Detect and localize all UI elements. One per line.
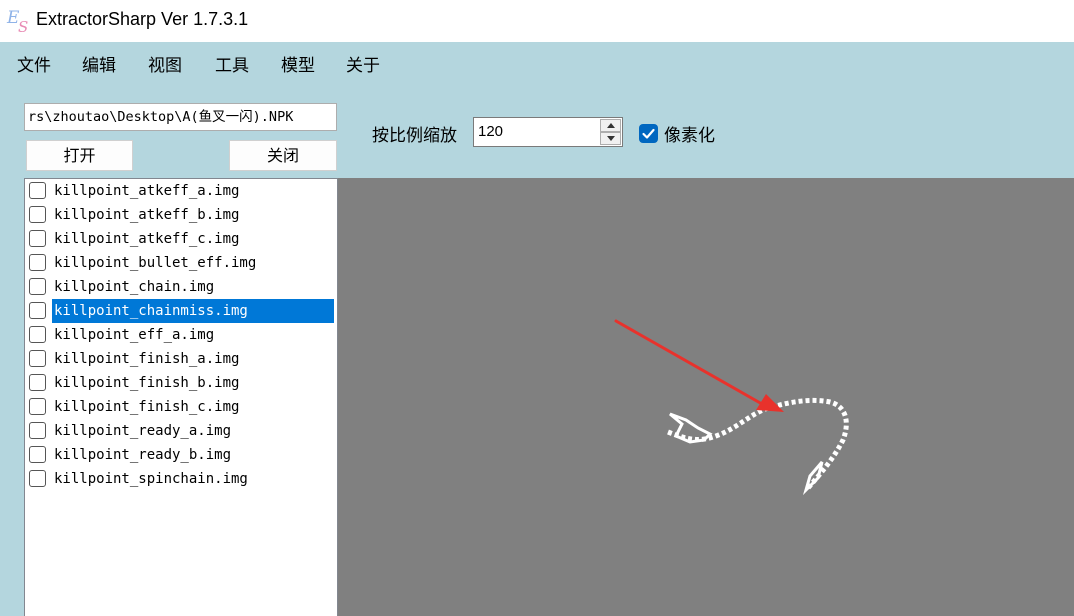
menu-file[interactable]: 文件 <box>17 51 51 76</box>
menu-tools[interactable]: 工具 <box>215 51 249 76</box>
item-checkbox[interactable] <box>29 446 46 463</box>
item-label: killpoint_finish_a.img <box>54 351 240 367</box>
item-checkbox[interactable] <box>29 398 46 415</box>
list-item[interactable]: killpoint_spinchain.img <box>27 467 337 491</box>
list-item[interactable]: killpoint_bullet_eff.img <box>27 251 337 275</box>
menu-model[interactable]: 模型 <box>281 51 315 76</box>
chain-sprite-image <box>667 397 849 496</box>
item-label: killpoint_bullet_eff.img <box>54 255 257 271</box>
pixelate-label: 像素化 <box>664 126 715 146</box>
es-logo-icon: E S <box>6 8 28 35</box>
list-item[interactable]: killpoint_ready_b.img <box>27 443 337 467</box>
window-title: ExtractorSharp Ver 1.7.3.1 <box>36 9 249 29</box>
item-checkbox[interactable] <box>29 278 46 295</box>
list-item[interactable]: killpoint_eff_a.img <box>27 323 337 347</box>
menu-about[interactable]: 关于 <box>346 51 380 76</box>
menu-bar: 文件 编辑 视图 工具 模型 关于 <box>0 42 1074 82</box>
menu-edit[interactable]: 编辑 <box>82 51 116 76</box>
item-checkbox[interactable] <box>29 302 46 319</box>
stepper-down-button[interactable] <box>600 132 621 145</box>
item-checkbox[interactable] <box>29 326 46 343</box>
chevron-down-icon <box>607 136 615 141</box>
svg-text:S: S <box>18 18 28 35</box>
npk-path-input[interactable]: rs\zhoutao\Desktop\A(鱼叉一闪).NPK <box>24 103 337 131</box>
item-checkbox[interactable] <box>29 230 46 247</box>
list-item[interactable]: killpoint_atkeff_c.img <box>27 227 337 251</box>
item-label: killpoint_chainmiss.img <box>52 299 334 323</box>
item-label: killpoint_finish_c.img <box>54 399 240 415</box>
item-label: killpoint_atkeff_c.img <box>54 231 240 247</box>
item-label: killpoint_atkeff_b.img <box>54 207 240 223</box>
stepper-up-button[interactable] <box>600 119 621 132</box>
zoom-label: 按比例缩放 <box>372 126 457 146</box>
list-item[interactable]: killpoint_atkeff_a.img <box>27 179 337 203</box>
list-item[interactable]: killpoint_atkeff_b.img <box>27 203 337 227</box>
close-button[interactable]: 关闭 <box>229 140 337 171</box>
open-button[interactable]: 打开 <box>26 140 133 171</box>
zoom-value[interactable]: 120 <box>478 118 503 146</box>
item-label: killpoint_eff_a.img <box>54 327 215 343</box>
item-label: killpoint_atkeff_a.img <box>54 183 240 199</box>
item-checkbox[interactable] <box>29 422 46 439</box>
img-file-list[interactable]: killpoint_atkeff_a.img killpoint_atkeff_b… <box>24 178 338 616</box>
sprite-preview <box>614 319 849 496</box>
list-item[interactable]: killpoint_chainmiss.img <box>27 299 337 323</box>
item-label: killpoint_finish_b.img <box>54 375 240 391</box>
app-window: E S ExtractorSharp Ver 1.7.3.1 文件 编辑 视图 … <box>0 0 1074 616</box>
list-item[interactable]: killpoint_ready_a.img <box>27 419 337 443</box>
title-bar: E S ExtractorSharp Ver 1.7.3.1 <box>0 0 1074 42</box>
menu-view[interactable]: 视图 <box>148 51 182 76</box>
chevron-up-icon <box>607 123 615 128</box>
item-checkbox[interactable] <box>29 350 46 367</box>
list-item[interactable]: killpoint_finish_c.img <box>27 395 337 419</box>
item-checkbox[interactable] <box>29 254 46 271</box>
item-checkbox[interactable] <box>29 374 46 391</box>
annotation-arrow-icon <box>614 319 784 412</box>
pixelate-checkbox[interactable] <box>639 124 658 143</box>
checkmark-icon <box>642 128 655 139</box>
item-label: killpoint_ready_b.img <box>54 447 232 463</box>
item-label: killpoint_chain.img <box>54 279 215 295</box>
zoom-stepper[interactable]: 120 <box>473 117 623 147</box>
item-label: killpoint_spinchain.img <box>54 471 248 487</box>
item-label: killpoint_ready_a.img <box>54 423 232 439</box>
list-item[interactable]: killpoint_finish_b.img <box>27 371 337 395</box>
item-checkbox[interactable] <box>29 206 46 223</box>
stepper-buttons <box>600 119 621 145</box>
preview-canvas[interactable] <box>338 178 1074 616</box>
list-item[interactable]: killpoint_finish_a.img <box>27 347 337 371</box>
item-checkbox[interactable] <box>29 182 46 199</box>
list-item[interactable]: killpoint_chain.img <box>27 275 337 299</box>
item-checkbox[interactable] <box>29 470 46 487</box>
